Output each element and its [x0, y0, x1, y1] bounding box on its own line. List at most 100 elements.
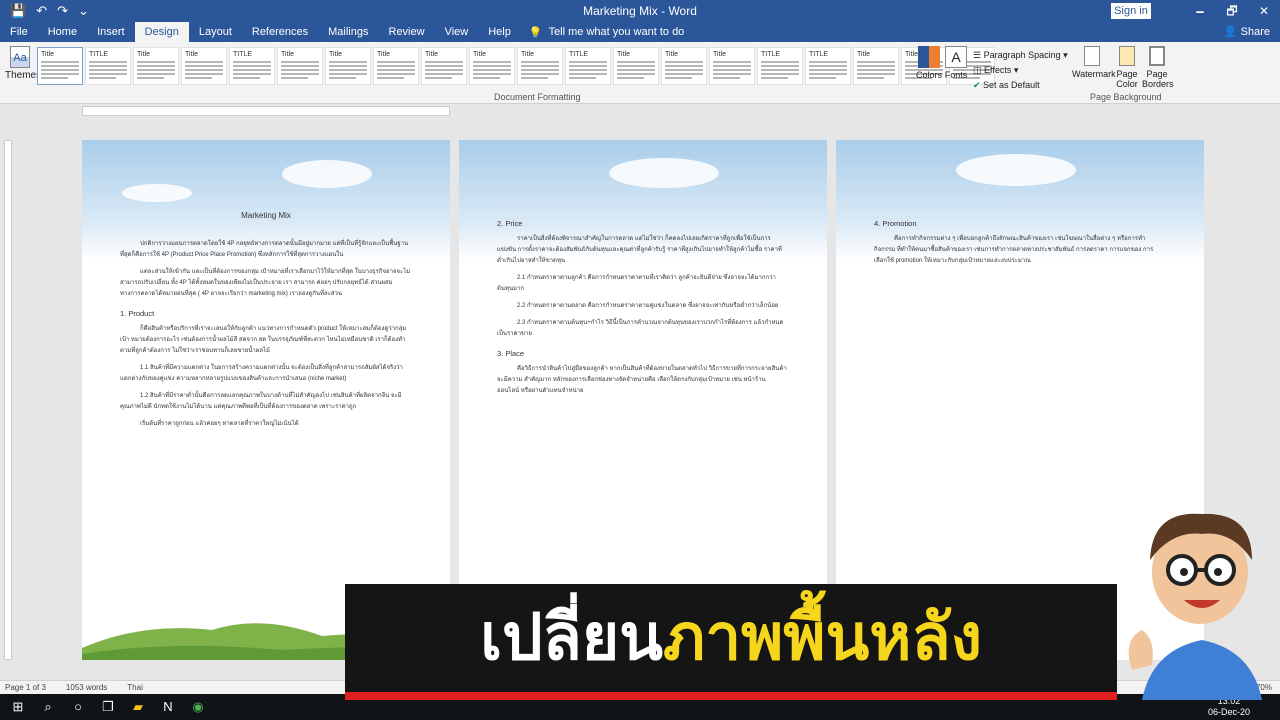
tab-layout[interactable]: Layout — [189, 22, 242, 42]
restore-icon[interactable]: 🗗 — [1216, 0, 1248, 22]
tab-help[interactable]: Help — [478, 22, 521, 42]
set-as-default-button[interactable]: ✔ Set as Default — [973, 78, 1068, 93]
page-content: Marketing Mix ปกติการวางแผนการตลาดโดยใช้… — [120, 140, 412, 436]
style-set-title: Title — [665, 51, 678, 58]
style-set-thumbnail[interactable]: TITLE — [805, 47, 851, 85]
style-line — [569, 61, 607, 63]
tab-view[interactable]: View — [435, 22, 479, 42]
style-line — [137, 65, 175, 67]
style-line — [569, 69, 607, 71]
minimize-icon[interactable]: 🗕 — [1184, 0, 1216, 22]
style-line — [617, 69, 655, 71]
tab-file[interactable]: File — [0, 22, 38, 42]
language-indicator[interactable]: Thai — [127, 683, 143, 692]
style-set-thumbnail[interactable]: Title — [709, 47, 755, 85]
search-icon[interactable]: ⌕ — [38, 697, 58, 717]
style-line — [89, 77, 116, 79]
body-paragraph: คือการทำกิจกรรมต่าง ๆ เพื่อบอกลูกค้าถึงล… — [874, 236, 1154, 264]
style-line — [425, 65, 463, 67]
save-icon[interactable]: 💾 — [10, 0, 26, 22]
style-line — [521, 65, 559, 67]
file-explorer-icon[interactable]: ▰ — [128, 697, 148, 717]
style-line — [89, 61, 127, 63]
tab-review[interactable]: Review — [379, 22, 435, 42]
tab-home[interactable]: Home — [38, 22, 87, 42]
paragraph-spacing-button[interactable]: ☰ Paragraph Spacing ▾ — [973, 48, 1068, 63]
document-page-1[interactable]: Marketing Mix ปกติการวางแผนการตลาดโดยใช้… — [82, 140, 450, 660]
page-content: 4. Promotion คือการทำกิจกรรมต่าง ๆ เพื่อบ… — [874, 140, 1166, 273]
page-borders-label: Page Borders — [1142, 69, 1174, 89]
banner-text: เปลี่ยนภาพพื้นหลัง — [345, 584, 1117, 692]
page-borders-icon — [1149, 46, 1165, 66]
word-count[interactable]: 1053 words — [66, 683, 107, 692]
style-set-thumbnail[interactable]: TITLE — [565, 47, 611, 85]
chrome-icon[interactable]: ◉ — [188, 697, 208, 717]
redo-icon[interactable]: ↷ — [57, 0, 68, 22]
style-set-thumbnail[interactable]: Title — [613, 47, 659, 85]
close-icon[interactable]: ✕ — [1248, 0, 1280, 22]
style-set-thumbnail[interactable]: Title — [37, 47, 83, 85]
style-line — [713, 73, 751, 75]
tab-references[interactable]: References — [242, 22, 318, 42]
style-set-thumbnail[interactable]: Title — [133, 47, 179, 85]
style-set-title: TITLE — [761, 51, 781, 58]
themes-button[interactable]: Aa Themes — [5, 46, 41, 81]
style-set-thumbnail[interactable]: Title — [277, 47, 323, 85]
tab-insert[interactable]: Insert — [87, 22, 135, 42]
page-color-button[interactable]: Page Color — [1114, 46, 1140, 89]
title-bar: 💾 ↶ ↷ ⌄ Marketing Mix - Word Sign in 🗕 🗗… — [0, 0, 1280, 22]
customize-qat-icon[interactable]: ⌄ — [78, 0, 89, 22]
style-set-thumbnail[interactable]: Title — [853, 47, 899, 85]
document-title: Marketing Mix — [241, 211, 291, 220]
style-set-title: Title — [41, 51, 54, 58]
style-set-thumbnail[interactable]: TITLE — [757, 47, 803, 85]
style-line — [377, 69, 415, 71]
style-line — [329, 65, 367, 67]
horizontal-ruler[interactable] — [82, 106, 450, 116]
style-set-thumbnail[interactable]: TITLE — [85, 47, 131, 85]
share-button[interactable]: 👤 Share — [1224, 22, 1270, 42]
style-set-title: TITLE — [569, 51, 589, 58]
undo-icon[interactable]: ↶ — [36, 0, 47, 22]
colors-button[interactable]: Colors — [914, 46, 944, 80]
cortana-icon[interactable]: ○ — [68, 697, 88, 717]
style-line — [281, 69, 319, 71]
windows-start-icon[interactable]: ⊞ — [8, 697, 28, 717]
style-set-thumbnail[interactable]: Title — [373, 47, 419, 85]
lightbulb-icon: 💡 — [528, 26, 543, 39]
style-set-thumbnail[interactable]: Title — [517, 47, 563, 85]
tab-mailings[interactable]: Mailings — [318, 22, 378, 42]
page-count[interactable]: Page 1 of 3 — [5, 683, 46, 692]
sign-in-button[interactable]: Sign in — [1111, 3, 1151, 19]
task-view-icon[interactable]: ❐ — [98, 697, 118, 717]
style-set-thumbnail[interactable]: Title — [469, 47, 515, 85]
tab-design[interactable]: Design — [134, 22, 189, 42]
style-line — [233, 77, 260, 79]
style-line — [137, 77, 164, 79]
style-set-thumbnail[interactable]: Title — [661, 47, 707, 85]
style-set-thumbnail[interactable]: Title — [421, 47, 467, 85]
vertical-ruler[interactable] — [4, 140, 12, 660]
fonts-button[interactable]: A Fonts — [941, 46, 971, 80]
section-heading: 2. Price — [497, 219, 523, 228]
style-line — [665, 65, 703, 67]
style-set-thumbnail[interactable]: Title — [181, 47, 227, 85]
style-line — [569, 73, 607, 75]
themes-icon: Aa — [10, 46, 30, 68]
tell-me-search[interactable]: 💡 Tell me what you want to do — [529, 26, 684, 39]
app-icon[interactable]: N — [158, 697, 178, 717]
page-color-label: Page Color — [1116, 69, 1138, 89]
effects-button[interactable]: ◫ Effects ▾ — [973, 63, 1068, 78]
style-set-thumbnail[interactable]: TITLE — [229, 47, 275, 85]
style-line — [617, 61, 655, 63]
document-page-2[interactable]: 2. Price ราคาเป็นสิ่งที่ต้องพิจารณาสำคัญใ… — [459, 140, 827, 660]
style-line — [665, 69, 703, 71]
style-set-title: Title — [473, 51, 486, 58]
fonts-label: Fonts — [944, 70, 968, 80]
style-set-thumbnail[interactable]: Title — [325, 47, 371, 85]
style-line — [137, 73, 175, 75]
watermark-button[interactable]: Watermark — [1072, 46, 1116, 79]
page-borders-button[interactable]: Page Borders — [1142, 46, 1174, 89]
style-line — [809, 65, 847, 67]
style-line — [521, 61, 559, 63]
